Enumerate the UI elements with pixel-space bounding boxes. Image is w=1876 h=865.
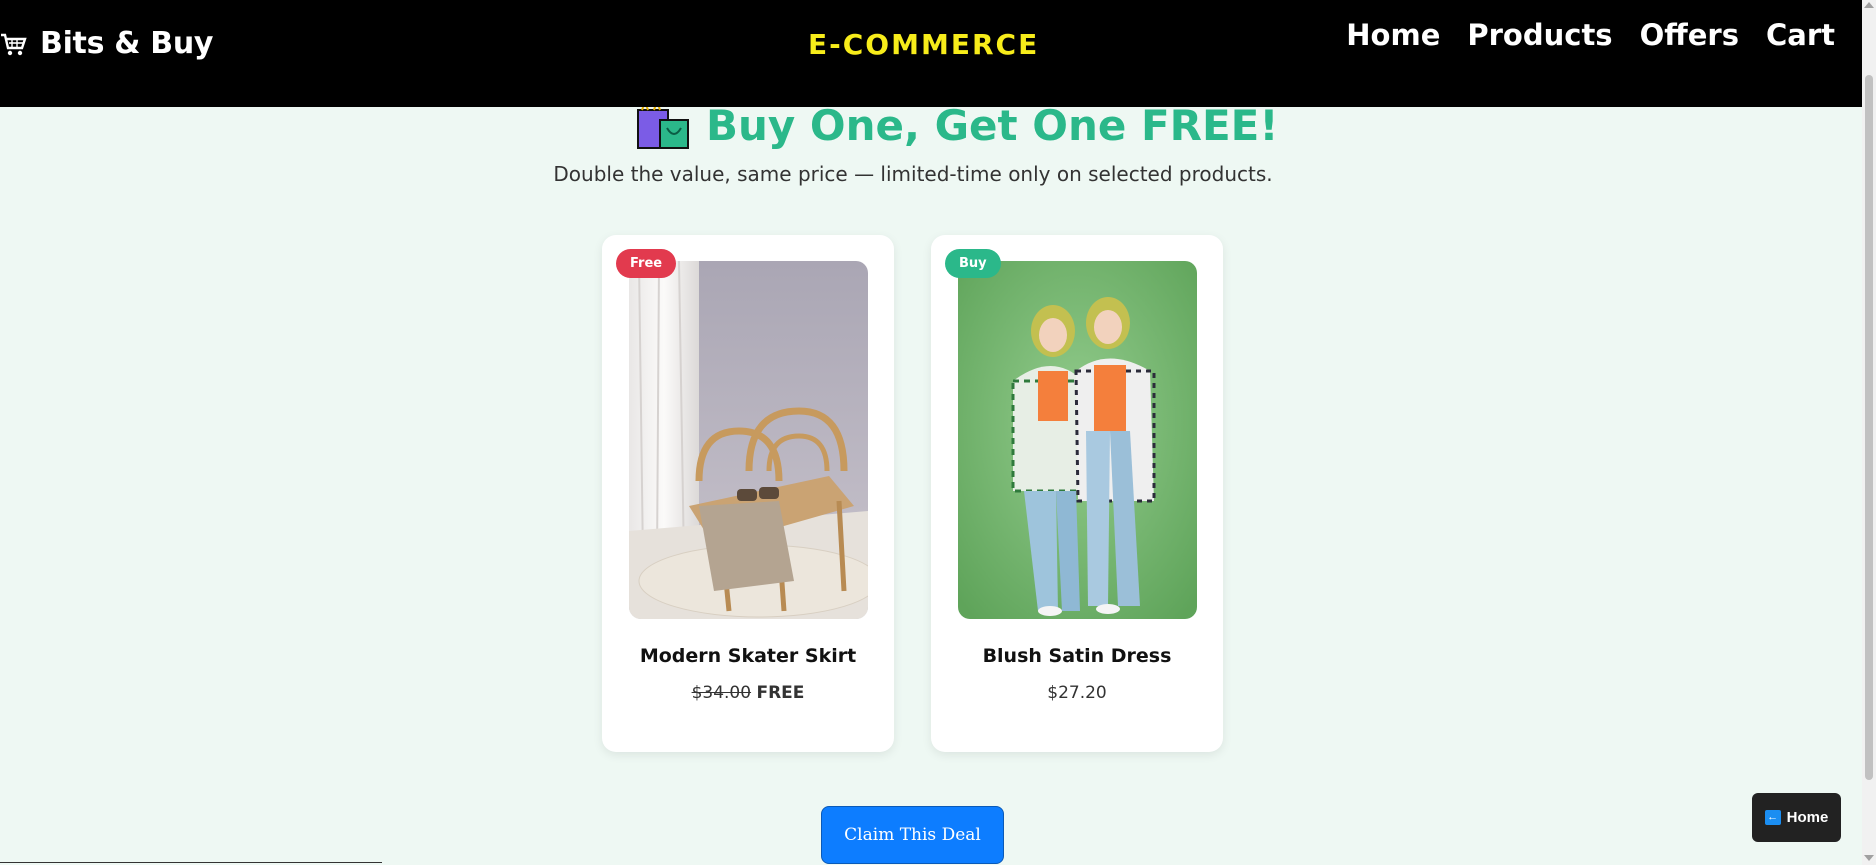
hero-subtitle: Double the value, same price — limited-t… xyxy=(553,162,1273,186)
page-scrollbar[interactable] xyxy=(1862,0,1876,865)
back-arrow-icon: ← xyxy=(1764,810,1781,825)
buy-badge: Buy xyxy=(945,249,1001,278)
product-image-dress xyxy=(958,261,1197,619)
deal-price: FREE xyxy=(756,683,805,703)
nav-offers-link[interactable]: Offers xyxy=(1640,18,1739,52)
brand-logo[interactable]: Bits & Buy xyxy=(0,26,213,61)
hero-heading: Buy One, Get One FREE! xyxy=(706,100,1279,150)
shopping-cart-icon xyxy=(1,33,27,55)
product-price: $27.20 xyxy=(1047,683,1107,703)
product-name: Modern Skater Skirt xyxy=(639,645,857,667)
product-price: $34.00 FREE xyxy=(602,683,894,703)
claim-deal-button[interactable]: Claim This Deal xyxy=(821,806,1004,864)
nav-products-link[interactable]: Products xyxy=(1467,18,1612,52)
site-header: Bits & Buy E-COMMERCE Home Products Offe… xyxy=(0,0,1862,107)
main-nav: Home Products Offers Cart xyxy=(1346,18,1835,52)
free-badge: Free xyxy=(616,249,677,278)
scroll-up-icon[interactable] xyxy=(1864,2,1874,8)
product-card[interactable]: Free Modern Skater Skirt $34.00 FREE xyxy=(602,235,894,752)
shopping-bags-icon xyxy=(637,100,689,149)
back-home-button[interactable]: ← Home xyxy=(1752,793,1841,842)
original-price: $34.00 xyxy=(691,683,752,703)
divider xyxy=(0,862,382,863)
back-home-label: Home xyxy=(1786,809,1829,826)
page-title: Buy One, Get One FREE! xyxy=(636,100,1279,150)
brand-name: Bits & Buy xyxy=(40,26,214,61)
scroll-thumb[interactable] xyxy=(1865,75,1873,780)
scroll-down-icon[interactable] xyxy=(1864,855,1874,861)
site-title: E-COMMERCE xyxy=(808,28,1040,61)
nav-cart-link[interactable]: Cart xyxy=(1766,18,1835,52)
nav-home-link[interactable]: Home xyxy=(1346,18,1440,52)
product-image-skirt xyxy=(629,261,868,619)
product-card[interactable]: Buy Blush Satin Dress $27.20 xyxy=(931,235,1223,752)
product-name: Blush Satin Dress xyxy=(982,645,1172,667)
